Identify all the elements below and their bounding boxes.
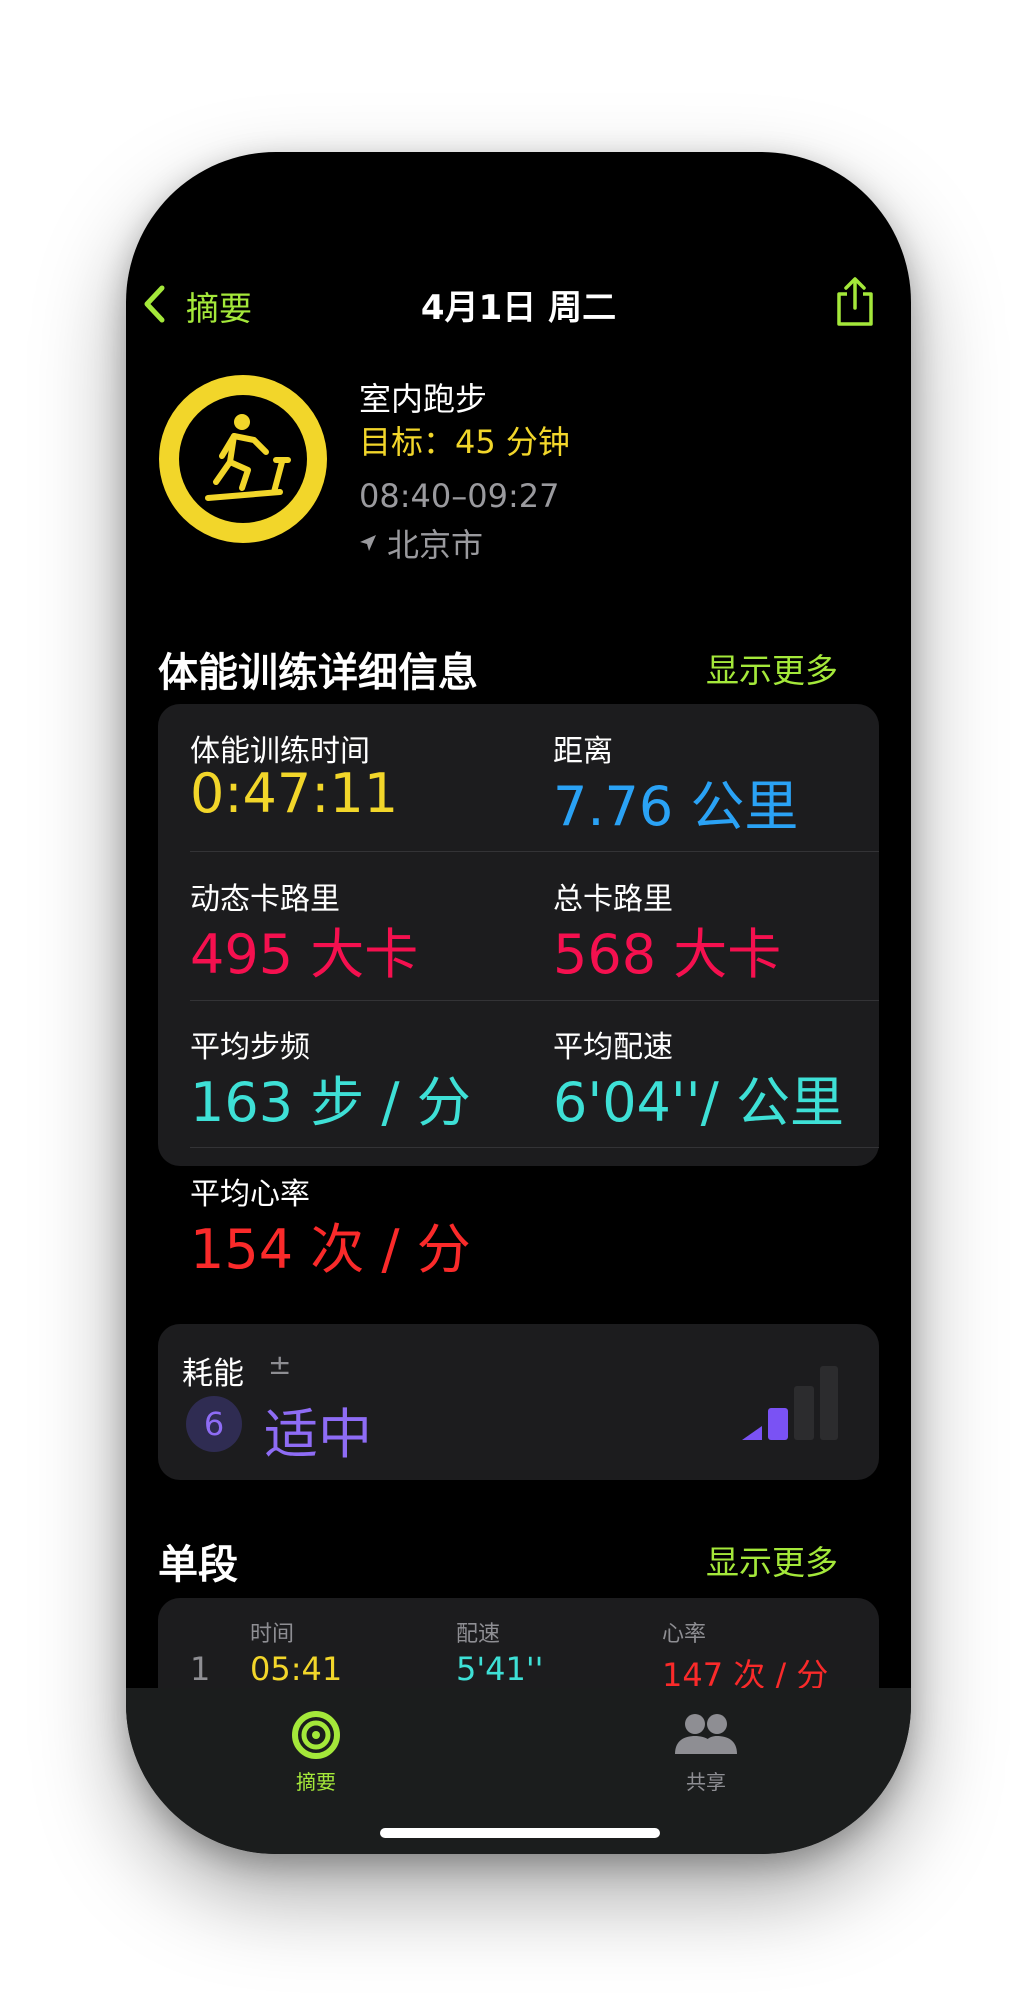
divider [190,851,879,852]
metric-value-total-calories: 568 大卡 [553,923,782,986]
metric-value-cadence: 163 步 / 分 [190,1071,471,1134]
workout-time-range: 08:40–09:27 [359,477,560,515]
split-index: 1 [190,1650,211,1688]
splits-header-time: 时间 [250,1622,295,1647]
effort-card[interactable]: 耗能 ± 6 适中 [158,1324,879,1480]
metric-value-pace: 6'04''/ 公里 [553,1071,844,1134]
effort-adjust-icon[interactable]: ± [268,1348,291,1381]
home-indicator [380,1828,660,1838]
phone-screen: 摘要 4月1日 周二 室内跑步 目标：45 分钟 08:40–09:27 北京市… [126,152,911,1854]
divider [190,1000,879,1001]
split-pace: 5'41'' [456,1650,544,1688]
tab-summary[interactable]: 摘要 [266,1710,366,1795]
metric-value-duration: 0:47:11 [190,762,399,825]
effort-level-label: 适中 [264,1403,372,1466]
page-title: 4月1日 周二 [420,288,617,328]
splits-header-pace: 配速 [456,1622,501,1647]
metric-value-heart-rate: 154 次 / 分 [190,1218,471,1281]
activity-rings-icon [292,1711,340,1759]
workout-location: 北京市 [359,520,483,566]
details-card[interactable]: 体能训练时间 0:47:11 距离 7.76 公里 动态卡路里 495 大卡 总… [158,704,879,1166]
metric-value-distance: 7.76 公里 [553,775,799,838]
people-icon [675,1714,737,1754]
tab-summary-label: 摘要 [296,1770,336,1794]
split-time: 05:41 [250,1650,343,1688]
share-icon[interactable] [833,276,877,328]
workout-name: 室内跑步 [359,380,488,418]
splits-header-hr: 心率 [662,1622,707,1647]
divider [190,1147,879,1148]
splits-section-title: 单段 [158,1542,238,1588]
workout-goal: 目标：45 分钟 [359,423,570,461]
workout-goal-ring [159,375,327,543]
effort-label: 耗能 [182,1356,244,1392]
effort-level-badge: 6 [186,1396,242,1452]
splits-show-more-button[interactable]: 显示更多 [706,1536,838,1584]
details-section-title: 体能训练详细信息 [158,650,478,696]
tab-sharing[interactable]: 共享 [656,1710,756,1795]
tab-sharing-label: 共享 [686,1770,726,1794]
metric-value-active-calories: 495 大卡 [190,923,419,986]
location-arrow-icon [360,535,376,551]
details-show-more-button[interactable]: 显示更多 [706,644,838,692]
effort-bars-icon [742,1366,838,1440]
location-label: 北京市 [387,526,484,564]
